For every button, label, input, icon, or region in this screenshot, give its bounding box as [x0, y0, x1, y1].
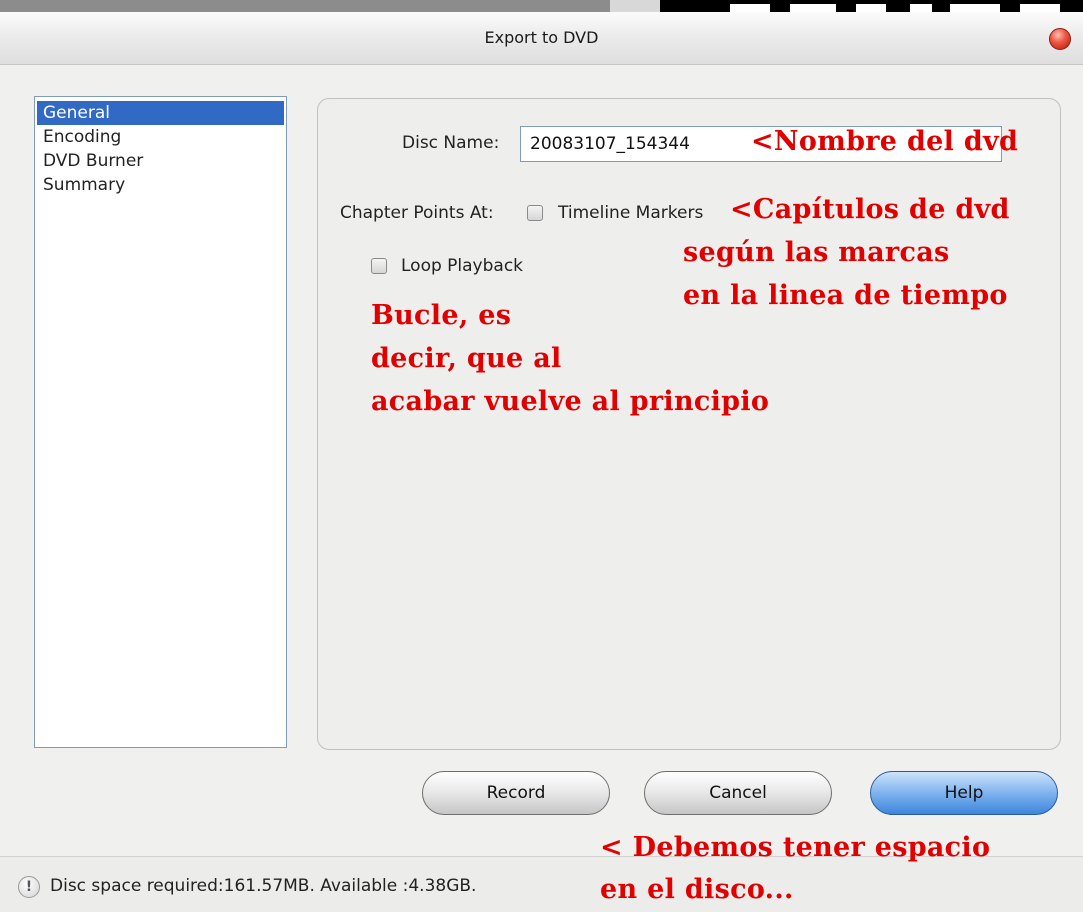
annotation-chapters-line3: en la linea de tiempo [683, 280, 1008, 311]
annotation-space-line1: < Debemos tener espacio [600, 832, 991, 863]
cancel-button[interactable]: Cancel [644, 771, 832, 815]
warning-icon: ! [18, 876, 40, 898]
loop-playback-label[interactable]: Loop Playback [401, 256, 523, 276]
background-strip-dark [660, 0, 1083, 12]
help-button[interactable]: Help [870, 771, 1058, 815]
sidebar-item-dvd-burner[interactable]: DVD Burner [37, 149, 284, 173]
status-text: Disc space required:161.57MB. Available … [50, 876, 477, 896]
background-app-strip [0, 0, 1083, 12]
timeline-markers-checkbox[interactable] [527, 205, 543, 221]
sidebar-item-summary[interactable]: Summary [37, 173, 284, 197]
title-bar: Export to DVD [0, 12, 1083, 65]
annotation-loop-line3: acabar vuelve al principio [371, 386, 770, 417]
annotation-disc-name: <Nombre del dvd [751, 126, 1019, 157]
annotation-chapters-line2: según las marcas [683, 237, 950, 268]
sidebar-item-general[interactable]: General [37, 101, 284, 125]
background-strip-gray [0, 0, 610, 12]
annotation-loop-line2: decir, que al [371, 343, 562, 374]
disc-name-label: Disc Name: [402, 133, 500, 153]
chapter-points-label: Chapter Points At: [340, 203, 494, 223]
close-icon[interactable] [1049, 28, 1071, 50]
annotation-chapters-line1: <Capítulos de dvd [730, 194, 1010, 225]
sidebar-item-encoding[interactable]: Encoding [37, 125, 284, 149]
timeline-markers-label[interactable]: Timeline Markers [558, 203, 703, 223]
annotation-space-line2: en el disco... [600, 874, 794, 905]
window-title: Export to DVD [484, 28, 599, 47]
sidebar-list: General Encoding DVD Burner Summary [34, 96, 287, 748]
annotation-loop-line1: Bucle, es [371, 300, 512, 331]
background-strip-light [610, 0, 660, 12]
record-button[interactable]: Record [422, 771, 610, 815]
loop-playback-checkbox[interactable] [371, 258, 387, 274]
